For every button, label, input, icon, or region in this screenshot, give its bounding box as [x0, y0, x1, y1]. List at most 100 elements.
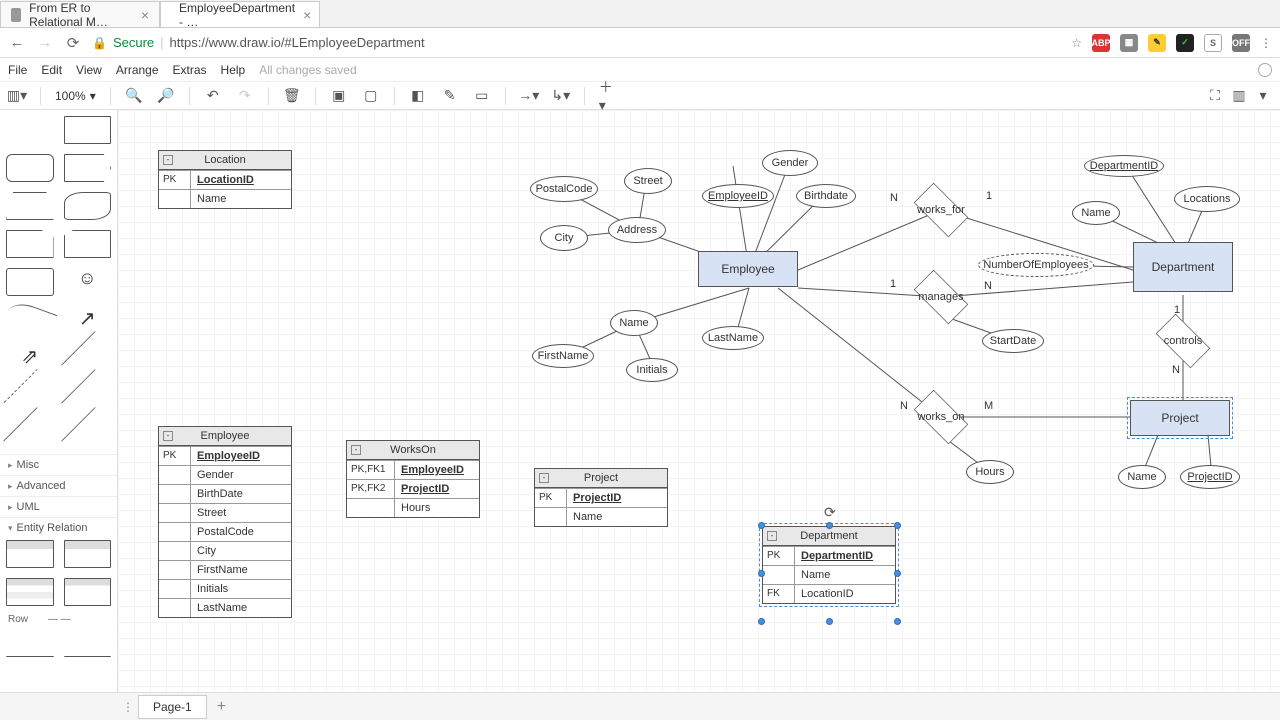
tab-1[interactable]: EmployeeDepartment - …× [160, 1, 320, 27]
attr-employeeid[interactable]: EmployeeID [702, 184, 774, 208]
menu-help[interactable]: Help [221, 63, 246, 77]
menu-icon[interactable]: ⋮ [1260, 36, 1272, 50]
menu-arrange[interactable]: Arrange [116, 63, 159, 77]
attr-birthdate[interactable]: Birthdate [796, 184, 856, 208]
shape-line3[interactable] [61, 407, 114, 460]
collapse-icon[interactable]: - [163, 431, 173, 441]
table-department[interactable]: -Department PKDepartmentID Name FKLocati… [762, 526, 896, 604]
attr-startdate[interactable]: StartDate [982, 329, 1044, 353]
collapse-icon[interactable]: - [351, 445, 361, 455]
redo-icon[interactable]: ↷ [236, 87, 254, 105]
table-project[interactable]: -Project PKProjectID Name [534, 468, 668, 527]
attr-hours[interactable]: Hours [966, 460, 1014, 484]
shape-round[interactable] [6, 154, 54, 182]
er-shape-conn[interactable] [6, 629, 54, 657]
rotate-icon[interactable]: ⟳ [824, 504, 836, 521]
undo-icon[interactable]: ↶ [204, 87, 222, 105]
fullscreen-icon[interactable]: ⛶ [1206, 87, 1224, 105]
delete-icon[interactable]: 🗑 [283, 87, 301, 105]
close-icon[interactable]: × [141, 7, 149, 23]
attr-departmentid[interactable]: DepartmentID [1084, 155, 1164, 177]
shape-trap[interactable] [6, 192, 54, 220]
attr-projectid[interactable]: ProjectID [1180, 465, 1240, 489]
ext-icon[interactable]: S [1204, 34, 1222, 52]
entity-employee[interactable]: Employee [698, 251, 798, 287]
er-shape-list[interactable] [6, 578, 54, 606]
er-row-label[interactable]: Row [8, 614, 28, 625]
sidebar-section-uml[interactable]: UML [0, 496, 117, 517]
table-location[interactable]: -Location PKLocationID Name [158, 150, 292, 209]
attr-locations[interactable]: Locations [1174, 186, 1240, 212]
back-icon[interactable]: ← [8, 34, 26, 51]
globe-icon[interactable] [1258, 63, 1272, 77]
fill-icon[interactable]: ◧ [409, 87, 427, 105]
sidebar-section-misc[interactable]: Misc [0, 454, 117, 475]
shape-dirline[interactable] [3, 407, 56, 460]
insert-icon[interactable]: ＋▾ [599, 87, 617, 105]
to-front-icon[interactable]: ▣ [330, 87, 348, 105]
er-shape-list2[interactable] [64, 578, 112, 606]
diagram-canvas[interactable]: -Location PKLocationID Name -Employee PK… [118, 110, 1280, 692]
shape-arrow[interactable]: ↗ [64, 306, 112, 334]
menu-view[interactable]: View [76, 63, 102, 77]
collapse-icon[interactable]: - [539, 473, 549, 483]
attr-initials[interactable]: Initials [626, 358, 678, 382]
ext-icon[interactable]: OFF [1232, 34, 1250, 52]
connection-icon[interactable]: →▾ [520, 87, 538, 105]
table-workson[interactable]: -WorksOn PK,FK1EmployeeID PK,FK2ProjectI… [346, 440, 480, 518]
add-page-icon[interactable]: + [207, 694, 236, 720]
shape-actor[interactable]: ☺ [64, 268, 112, 296]
zoom-out-icon[interactable]: 🔎 [157, 87, 175, 105]
attr-lastname[interactable]: LastName [702, 326, 764, 350]
ext-icon[interactable]: ✎ [1148, 34, 1166, 52]
rel-works-on[interactable]: works_on [906, 397, 976, 437]
table-employee[interactable]: -Employee PKEmployeeID Gender BirthDate … [158, 426, 292, 618]
zoom-select[interactable]: 100% ▾ [55, 89, 96, 103]
menu-extras[interactable]: Extras [173, 63, 207, 77]
sidebar-section-advanced[interactable]: Advanced [0, 475, 117, 496]
attr-name-emp[interactable]: Name [610, 310, 658, 336]
to-back-icon[interactable]: ▢ [362, 87, 380, 105]
star-icon[interactable]: ☆ [1071, 36, 1082, 50]
attr-street[interactable]: Street [624, 168, 672, 194]
collapse-icon[interactable]: ▾ [1254, 87, 1272, 105]
zoom-in-icon[interactable]: 🔍 [125, 87, 143, 105]
er-shape-table2[interactable] [64, 540, 112, 568]
shape-rect[interactable] [64, 116, 112, 144]
shape-biarrow[interactable]: ⇗ [6, 344, 54, 372]
attr-city[interactable]: City [540, 225, 588, 251]
waypoint-icon[interactable]: ↳▾ [552, 87, 570, 105]
shape-wave[interactable] [64, 192, 112, 220]
shape-curve[interactable] [3, 299, 57, 342]
rel-controls[interactable]: controls [1148, 321, 1218, 361]
attr-name-proj[interactable]: Name [1118, 465, 1166, 489]
menu-edit[interactable]: Edit [41, 63, 62, 77]
ext-icon[interactable]: ▦ [1120, 34, 1138, 52]
entity-department[interactable]: Department [1133, 242, 1233, 292]
ext-abp-icon[interactable]: ABP [1092, 34, 1110, 52]
er-shape-table[interactable] [6, 540, 54, 568]
attr-gender[interactable]: Gender [762, 150, 818, 176]
forward-icon[interactable]: → [36, 34, 54, 51]
page-menu-icon[interactable]: ⋮ [118, 700, 138, 714]
shape-doc[interactable] [6, 230, 54, 258]
entity-project[interactable]: Project [1130, 400, 1230, 436]
shape-hex[interactable] [64, 154, 112, 182]
attr-address[interactable]: Address [608, 217, 666, 243]
ext-icon[interactable]: ✓ [1176, 34, 1194, 52]
er-shape-conn2[interactable] [64, 629, 112, 657]
shape-callout[interactable] [6, 268, 54, 296]
shadow-icon[interactable]: ▭ [473, 87, 491, 105]
sidebar-section-er[interactable]: Entity Relation [0, 517, 117, 538]
collapse-icon[interactable]: - [767, 531, 777, 541]
page-tab[interactable]: Page-1 [138, 695, 207, 719]
attr-firstname[interactable]: FirstName [532, 344, 594, 368]
view-mode-icon[interactable]: ▥▾ [8, 87, 26, 105]
stroke-icon[interactable]: ✎ [441, 87, 459, 105]
url-field[interactable]: 🔒 Secure | https://www.draw.io/#LEmploye… [92, 35, 1061, 50]
attr-numberofemployees[interactable]: NumberOfEmployees [978, 253, 1094, 277]
menu-file[interactable]: File [8, 63, 27, 77]
rel-works-for[interactable]: works_for [906, 190, 976, 230]
collapse-icon[interactable]: - [163, 155, 173, 165]
rel-manages[interactable]: manages [906, 277, 976, 317]
